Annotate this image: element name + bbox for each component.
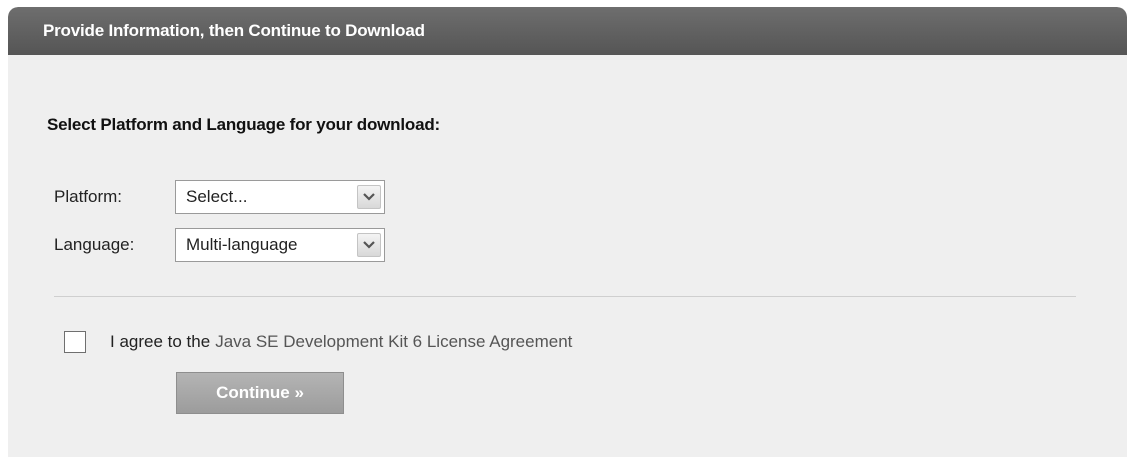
continue-button[interactable]: Continue » xyxy=(176,372,344,414)
license-agreement-row: I agree to the Java SE Development Kit 6… xyxy=(64,329,572,355)
agree-text: I agree to the xyxy=(110,332,211,351)
platform-select-value: Select... xyxy=(186,187,248,206)
panel-title: Provide Information, then Continue to Do… xyxy=(43,21,425,40)
chevron-down-icon[interactable] xyxy=(357,233,381,257)
platform-row: Platform: Select... xyxy=(54,178,385,216)
section-title: Select Platform and Language for your do… xyxy=(47,115,440,134)
platform-select[interactable]: Select... xyxy=(175,180,385,214)
language-select-value: Multi-language xyxy=(186,235,298,254)
download-panel: Provide Information, then Continue to Do… xyxy=(8,7,1127,457)
divider xyxy=(54,296,1076,297)
license-agreement-link[interactable]: Java SE Development Kit 6 License Agreem… xyxy=(215,332,572,352)
agree-checkbox[interactable] xyxy=(64,331,86,353)
language-select[interactable]: Multi-language xyxy=(175,228,385,262)
platform-label: Platform: xyxy=(54,187,123,206)
language-label: Language: xyxy=(54,235,135,254)
panel-header: Provide Information, then Continue to Do… xyxy=(8,7,1127,55)
language-row: Language: Multi-language xyxy=(54,226,385,264)
chevron-down-icon[interactable] xyxy=(357,185,381,209)
